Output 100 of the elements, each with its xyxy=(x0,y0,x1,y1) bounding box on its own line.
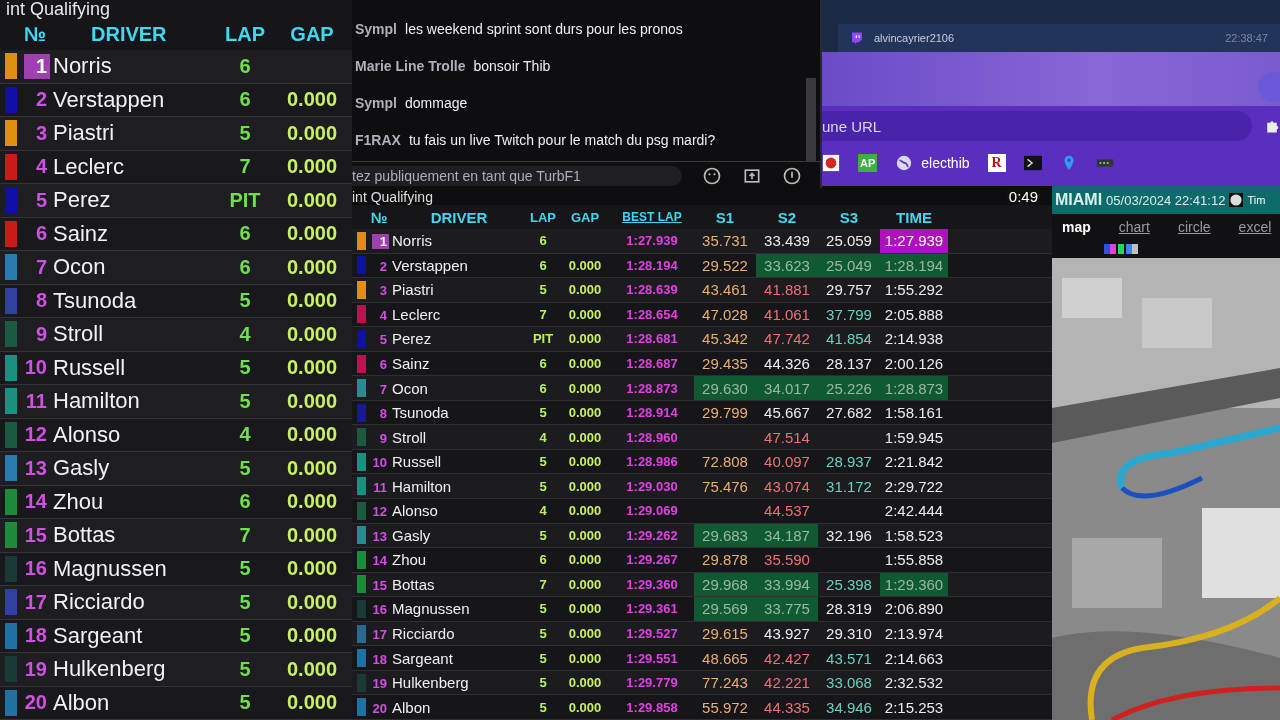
split-time: 2:42.444 xyxy=(883,501,945,522)
gap-value: 0.000 xyxy=(568,650,602,666)
gap-value: 0.000 xyxy=(286,423,338,446)
split-time: 27.682 xyxy=(825,403,873,424)
position-number: 17 xyxy=(371,627,388,642)
lap-count: 6 xyxy=(538,257,548,273)
gap-value: 0.000 xyxy=(286,490,338,513)
driver-name: Ocon xyxy=(53,254,107,281)
position-number: 19 xyxy=(23,656,48,682)
lap-count: 5 xyxy=(238,389,252,413)
lap-count: 7 xyxy=(538,306,548,322)
split-time: 34.946 xyxy=(825,697,873,718)
split-time: 37.799 xyxy=(825,304,873,325)
lap-count: 6 xyxy=(238,222,252,246)
lap-count: 7 xyxy=(538,576,548,592)
split-time: 29.435 xyxy=(701,354,749,374)
split-time: 25.049 xyxy=(818,253,880,278)
split-time: 31.172 xyxy=(825,476,873,497)
gap-value: 0.000 xyxy=(568,675,602,691)
split-time: 2:00.126 xyxy=(883,354,945,374)
lap-count: 6 xyxy=(538,233,548,249)
bookmark-icon[interactable] xyxy=(822,154,840,172)
column-header: LAP xyxy=(529,209,557,225)
split-time: 2:29.722 xyxy=(883,476,945,497)
position-number: 13 xyxy=(371,528,388,544)
scrollbar[interactable] xyxy=(806,78,816,162)
position-number: 2 xyxy=(34,87,48,113)
terminal-icon[interactable] xyxy=(1023,154,1042,172)
chat-message: dommage xyxy=(405,94,468,113)
lap-count: 5 xyxy=(238,590,252,614)
split-time: 35.590 xyxy=(763,550,811,571)
column-header[interactable]: BEST LAP xyxy=(610,210,694,224)
driver-name: Bottas xyxy=(392,575,436,593)
lap-count: 5 xyxy=(238,557,252,581)
driver-name: Alonso xyxy=(53,421,122,448)
lap-count: 5 xyxy=(238,456,252,480)
split-time: 2:15.253 xyxy=(883,697,945,718)
gap-value: 0.000 xyxy=(286,456,338,479)
column-header: S3 xyxy=(838,208,860,226)
upload-icon[interactable] xyxy=(742,166,762,186)
emoji-icon[interactable] xyxy=(702,166,722,186)
split-time: 33.068 xyxy=(825,673,873,694)
best-lap-time: 1:29.858 xyxy=(625,699,679,715)
view-tab[interactable]: circle xyxy=(1177,219,1211,235)
split-time: 29.799 xyxy=(701,403,749,424)
view-tab[interactable]: chart xyxy=(1118,219,1150,235)
position-number: 5 xyxy=(34,187,48,213)
username: alvincayrier2106 xyxy=(874,32,955,44)
best-lap-time: 1:28.194 xyxy=(625,257,679,273)
gap-value: 0.000 xyxy=(568,503,602,519)
info-icon[interactable] xyxy=(782,166,802,186)
puzzle-icon[interactable] xyxy=(1264,118,1280,134)
split-time: 32.196 xyxy=(825,525,873,546)
driver-name: Zhou xyxy=(53,488,105,515)
gap-value: 0.000 xyxy=(568,405,602,421)
driver-name: Bottas xyxy=(53,522,117,549)
gap-value: 0.000 xyxy=(286,155,338,178)
lap-count: 5 xyxy=(538,454,548,470)
lap-count: 4 xyxy=(238,322,252,346)
position-number: 12 xyxy=(371,504,388,520)
gap-value: 0.000 xyxy=(568,380,602,396)
column-header: № xyxy=(22,22,48,46)
session-title: int Qualifying xyxy=(352,188,433,205)
lap-count: PIT xyxy=(531,331,555,347)
bookmark-tile[interactable]: R xyxy=(987,154,1006,172)
position-number: 15 xyxy=(23,522,48,548)
position-number: 15 xyxy=(371,577,388,593)
split-time: 1:29.360 xyxy=(880,572,948,597)
split-time: 45.342 xyxy=(701,329,749,350)
gap-value: 0.000 xyxy=(568,626,602,641)
lap-count: 7 xyxy=(238,155,252,179)
chat-input[interactable]: tez publiquement en tant que TurbF1 xyxy=(352,166,682,186)
lap-count: 5 xyxy=(538,699,548,715)
lap-count: 6 xyxy=(538,552,548,568)
view-tab[interactable]: excel xyxy=(1238,219,1272,235)
position-number: 9 xyxy=(34,321,48,347)
chat-username[interactable]: Sympl xyxy=(355,20,397,39)
position-number: 14 xyxy=(23,489,48,515)
split-time: 29.522 xyxy=(701,255,749,276)
chat-username[interactable]: Sympl xyxy=(355,94,397,113)
gap-value: 0.000 xyxy=(568,454,602,470)
column-header: TIME xyxy=(895,208,933,226)
lap-count: PIT xyxy=(228,188,262,212)
address-bar[interactable]: une URL xyxy=(822,111,1252,141)
column-header: DRIVER xyxy=(429,208,489,226)
chat-username[interactable]: Marie Line Trolle xyxy=(355,57,466,76)
gap-value: 0.000 xyxy=(568,429,602,445)
driver-name: Sargeant xyxy=(53,622,144,649)
split-time: 1:55.858 xyxy=(883,550,945,571)
chat-username[interactable]: F1RAX xyxy=(355,131,401,150)
view-tab[interactable]: map xyxy=(1062,219,1091,235)
bookmark-label[interactable]: electhib xyxy=(921,155,970,171)
position-number: 20 xyxy=(371,700,388,716)
split-time: 34.187 xyxy=(756,523,818,548)
driver-name: Leclerc xyxy=(53,153,125,180)
session-title: int Qualifying xyxy=(5,0,112,18)
split-time: 1:28.194 xyxy=(880,253,948,278)
globe-icon[interactable] xyxy=(895,154,914,172)
split-time: 29.757 xyxy=(825,280,873,301)
driver-name: Verstappen xyxy=(392,256,469,274)
